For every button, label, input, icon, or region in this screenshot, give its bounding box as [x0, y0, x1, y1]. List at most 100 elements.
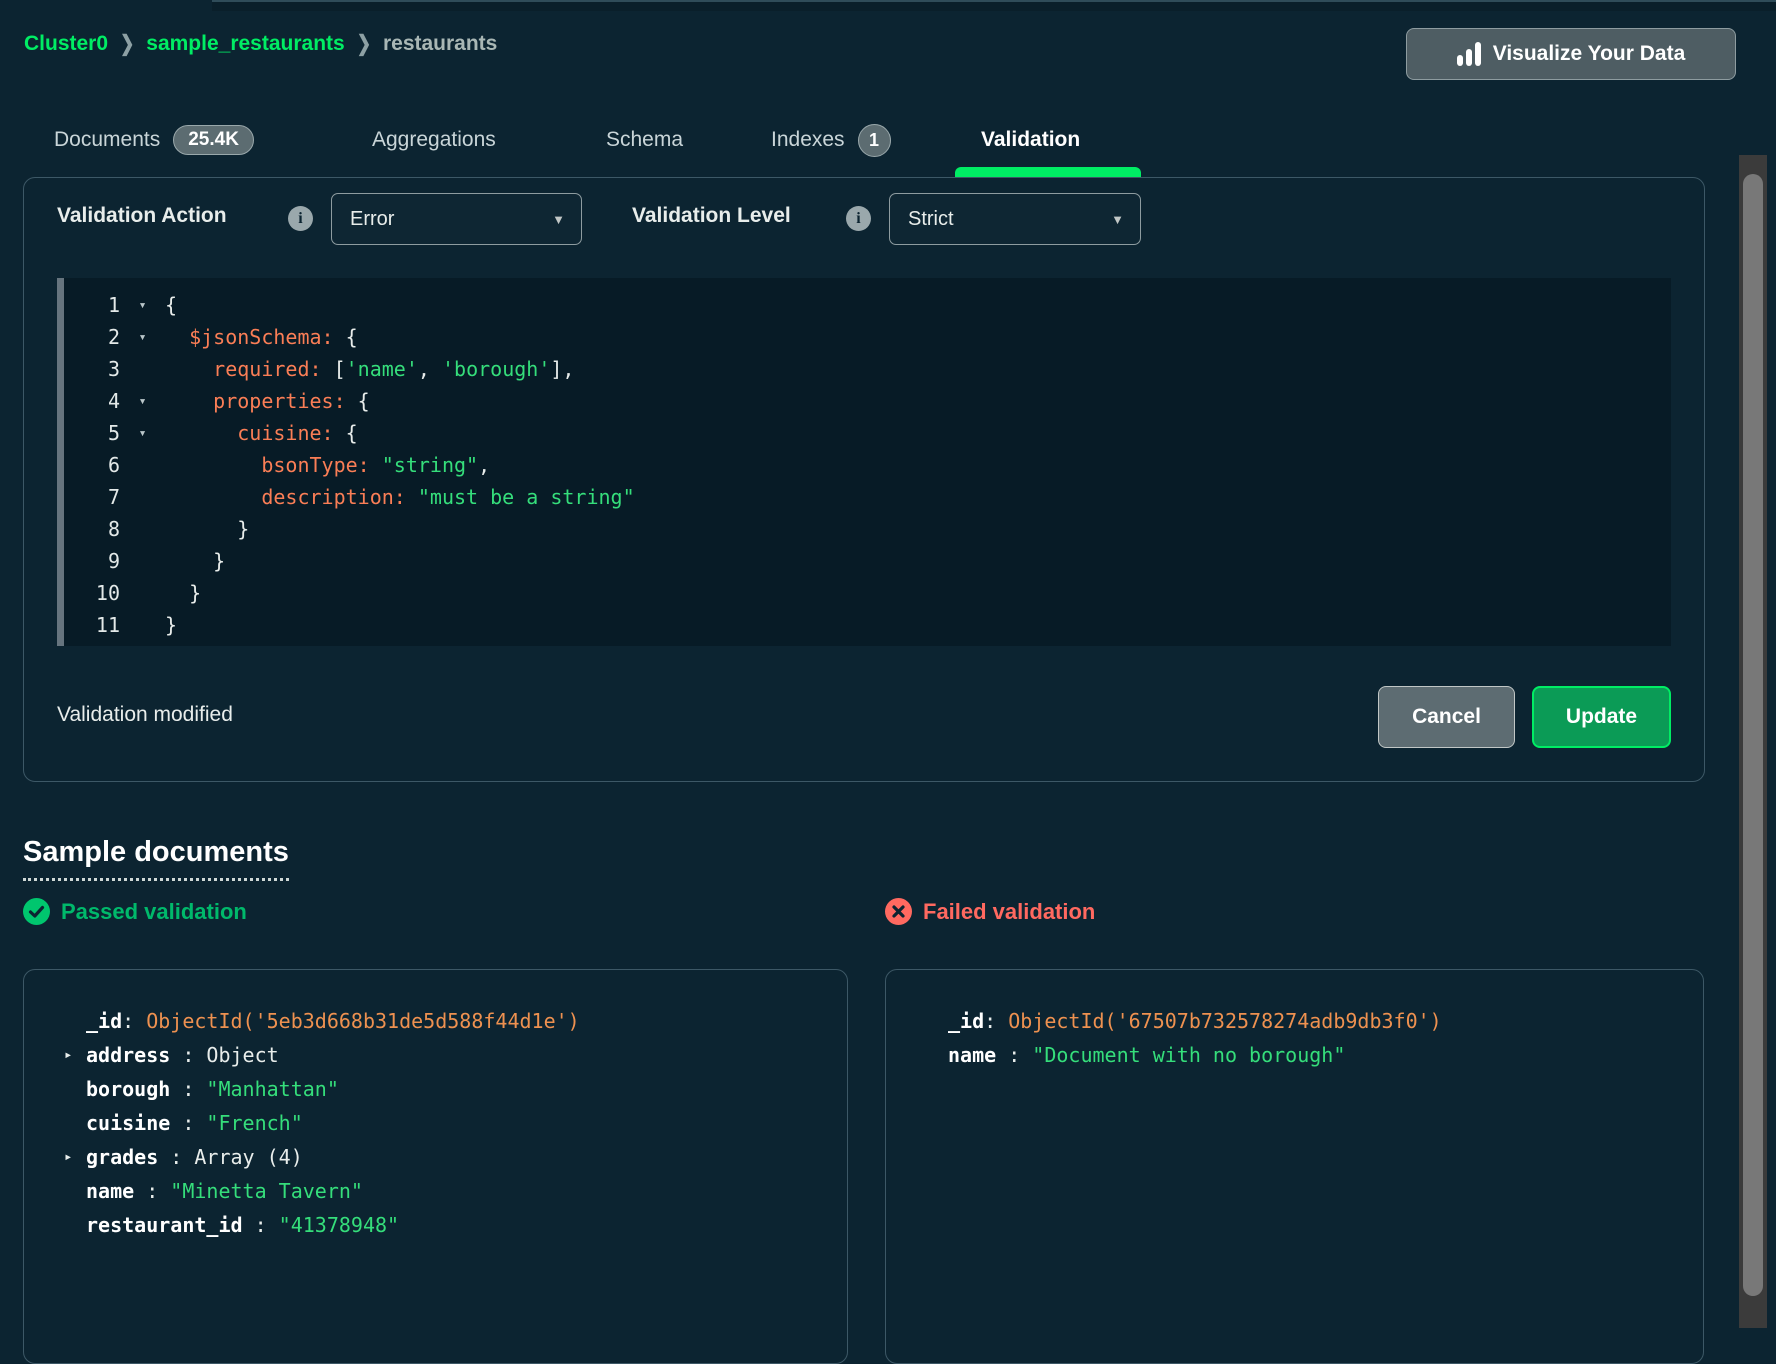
field-separator: :	[984, 1009, 1008, 1033]
line-number: 3	[64, 357, 120, 381]
code-line: 11}	[57, 609, 1671, 641]
field-value: "Document with no borough"	[1032, 1043, 1345, 1067]
document-field-row: restaurant_id : "41378948"	[24, 1208, 847, 1242]
breadcrumb-database[interactable]: sample_restaurants	[146, 32, 344, 56]
line-number: 10	[64, 581, 120, 605]
code-text: }	[165, 549, 225, 573]
fold-caret-icon[interactable]: ▾	[120, 426, 165, 441]
code-line: 4▾ properties: {	[57, 385, 1671, 417]
document-field-row: ▸grades : Array (4)	[24, 1140, 847, 1174]
line-number: 1	[64, 293, 120, 317]
line-number: 9	[64, 549, 120, 573]
field-name: restaurant_id	[86, 1213, 243, 1237]
document-field-row: ▸address : Object	[24, 1038, 847, 1072]
tab-indexes-label: Indexes	[771, 128, 845, 152]
field-value: Array (4)	[194, 1145, 302, 1169]
tab-schema[interactable]: Schema	[606, 120, 683, 160]
tab-validation[interactable]: Validation	[981, 120, 1080, 160]
field-separator: :	[134, 1179, 170, 1203]
code-text: description: "must be a string"	[165, 485, 635, 509]
breadcrumb-collection: restaurants	[383, 32, 497, 56]
fold-caret-icon[interactable]: ▾	[120, 298, 165, 313]
code-text: $jsonSchema: {	[165, 325, 358, 349]
validation-level-value: Strict	[908, 208, 954, 231]
code-line: 1▾{	[57, 289, 1671, 321]
breadcrumb-cluster[interactable]: Cluster0	[24, 32, 108, 56]
line-number: 8	[64, 517, 120, 541]
check-circle-icon	[23, 898, 50, 925]
field-separator: :	[122, 1009, 146, 1033]
document-field-row: cuisine : "French"	[24, 1106, 847, 1140]
schema-code-editor[interactable]: 1▾{2▾ $jsonSchema: { 3 required: ['name',…	[57, 278, 1671, 646]
field-separator: :	[243, 1213, 279, 1237]
active-tab-indicator	[955, 167, 1141, 177]
info-icon[interactable]: i	[288, 206, 313, 231]
code-line: 10 }	[57, 577, 1671, 609]
expand-caret-icon[interactable]: ▸	[64, 1047, 86, 1063]
fold-caret-icon[interactable]: ▾	[120, 394, 165, 409]
tab-aggregations[interactable]: Aggregations	[372, 120, 496, 160]
field-value: "Minetta Tavern"	[170, 1179, 363, 1203]
cancel-label: Cancel	[1412, 705, 1481, 729]
cancel-button[interactable]: Cancel	[1378, 686, 1515, 748]
field-value: ObjectId('67507b732578274adb9db3f0')	[1008, 1009, 1441, 1033]
code-text: cuisine: {	[165, 421, 358, 445]
validation-level-label: Validation Level	[632, 204, 791, 228]
tab-indexes[interactable]: Indexes 1	[771, 120, 891, 160]
field-value: "French"	[206, 1111, 302, 1135]
expand-caret-icon[interactable]: ▸	[64, 1149, 86, 1165]
tab-aggregations-label: Aggregations	[372, 128, 496, 152]
visualize-data-button[interactable]: Visualize Your Data	[1406, 28, 1736, 80]
code-text: }	[165, 581, 201, 605]
passed-validation-header: Passed validation	[23, 898, 247, 925]
field-value: ObjectId('5eb3d668b31de5d588f44d1e')	[146, 1009, 579, 1033]
sample-documents-heading: Sample documents	[23, 836, 289, 881]
chevron-right-icon: ❯	[120, 32, 134, 57]
line-number: 11	[64, 613, 120, 637]
x-circle-icon	[885, 898, 912, 925]
info-icon[interactable]: i	[846, 206, 871, 231]
field-name: _id	[948, 1009, 984, 1033]
field-separator: :	[170, 1077, 206, 1101]
validation-action-label: Validation Action	[57, 204, 227, 228]
validation-level-select[interactable]: Strict ▼	[889, 193, 1141, 245]
code-text: required: ['name', 'borough'],	[165, 357, 574, 381]
validation-modified-status: Validation modified	[57, 703, 233, 727]
passed-document-rows: _id: ObjectId('5eb3d668b31de5d588f44d1e'…	[24, 1004, 847, 1242]
code-text: }	[165, 613, 177, 637]
field-name: _id	[86, 1009, 122, 1033]
chevron-down-icon: ▼	[1111, 212, 1124, 227]
code-line: 6 bsonType: "string",	[57, 449, 1671, 481]
vertical-scrollbar-thumb[interactable]	[1743, 174, 1763, 1296]
field-separator: :	[170, 1111, 206, 1135]
code-line: 9 }	[57, 545, 1671, 577]
code-line: 8 }	[57, 513, 1671, 545]
line-number: 7	[64, 485, 120, 509]
chevron-right-icon: ❯	[357, 32, 371, 57]
tab-schema-label: Schema	[606, 128, 683, 152]
failed-document-rows: _id: ObjectId('67507b732578274adb9db3f0'…	[886, 1004, 1703, 1072]
document-field-row: _id: ObjectId('67507b732578274adb9db3f0'…	[886, 1004, 1703, 1038]
document-field-row: _id: ObjectId('5eb3d668b31de5d588f44d1e'…	[24, 1004, 847, 1038]
line-number: 5	[64, 421, 120, 445]
field-name: borough	[86, 1077, 170, 1101]
field-value: "Manhattan"	[206, 1077, 338, 1101]
validation-action-select[interactable]: Error ▼	[331, 193, 582, 245]
code-text: }	[165, 517, 249, 541]
line-number: 4	[64, 389, 120, 413]
field-separator: :	[996, 1043, 1032, 1067]
field-name: cuisine	[86, 1111, 170, 1135]
document-field-row: name : "Document with no borough"	[886, 1038, 1703, 1072]
passed-validation-label: Passed validation	[61, 899, 247, 925]
chevron-down-icon: ▼	[552, 212, 565, 227]
visualize-data-label: Visualize Your Data	[1493, 42, 1686, 66]
tab-validation-label: Validation	[981, 128, 1080, 152]
failed-document-card: _id: ObjectId('67507b732578274adb9db3f0'…	[885, 969, 1704, 1364]
fold-caret-icon[interactable]: ▾	[120, 330, 165, 345]
failed-validation-header: Failed validation	[885, 898, 1095, 925]
code-line: 2▾ $jsonSchema: {	[57, 321, 1671, 353]
update-button[interactable]: Update	[1532, 686, 1671, 748]
field-separator: :	[158, 1145, 194, 1169]
validation-action-value: Error	[350, 208, 394, 231]
tab-documents[interactable]: Documents 25.4K	[54, 120, 254, 160]
